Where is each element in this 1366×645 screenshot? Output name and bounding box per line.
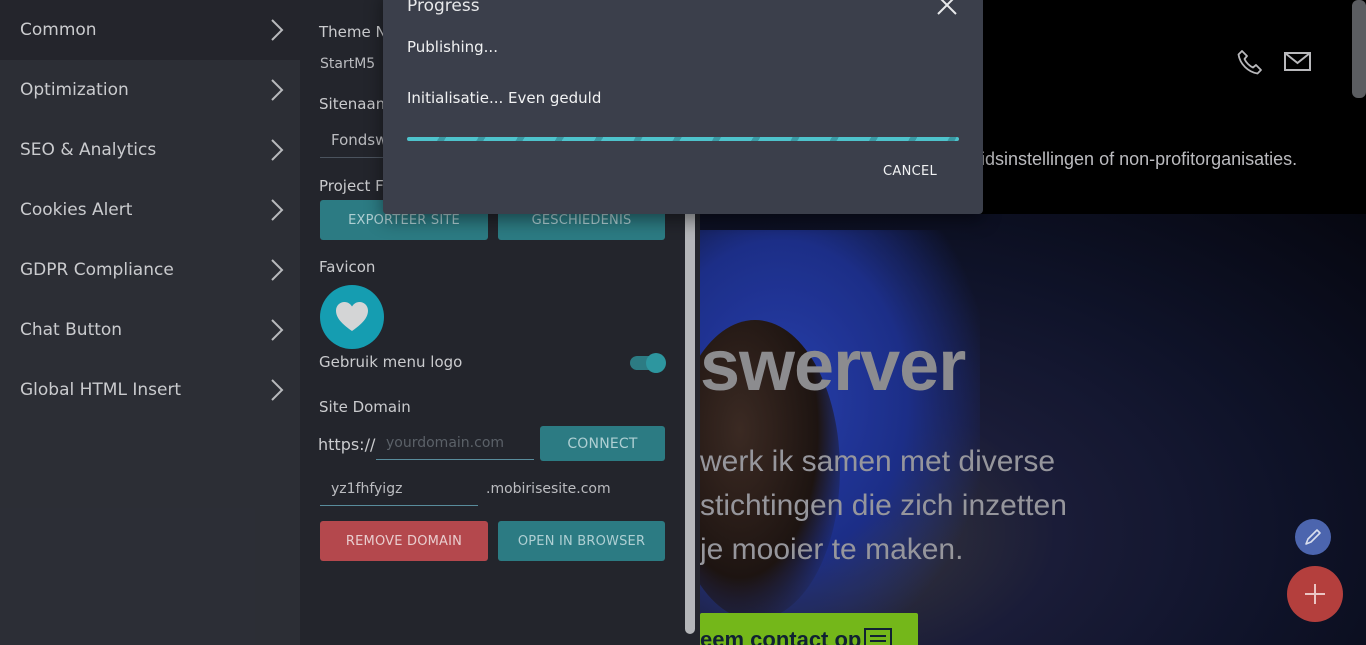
progress-bar [407, 137, 959, 141]
publishing-status: Publishing... [407, 38, 498, 56]
progress-dialog: Progress Publishing... Initialisatie... … [383, 0, 983, 214]
dialog-title: Progress [407, 0, 480, 16]
progress-detail: Initialisatie... Even geduld [407, 89, 602, 107]
cancel-button[interactable]: CANCEL [883, 164, 937, 179]
close-icon[interactable] [936, 0, 958, 16]
progress-bar-fill [407, 137, 959, 141]
